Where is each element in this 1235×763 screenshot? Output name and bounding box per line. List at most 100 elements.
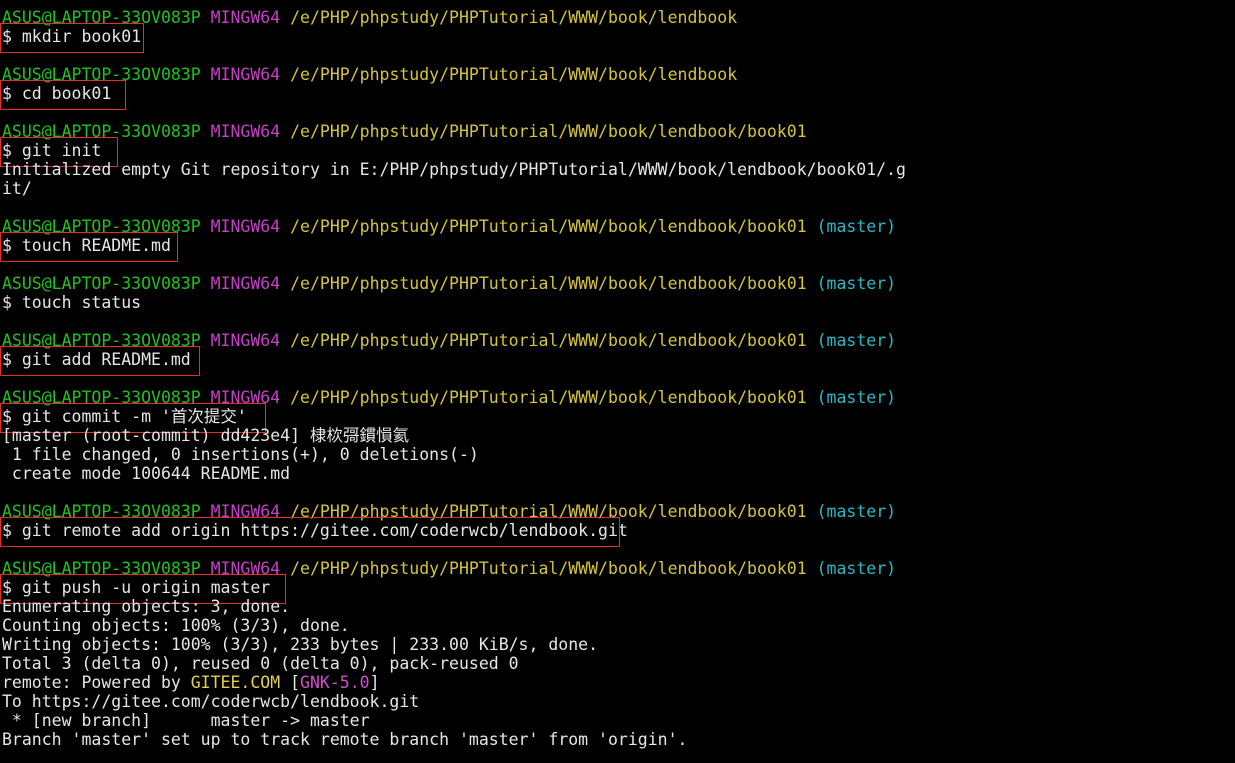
output-line: remote: Powered by GITEE.COM [GNK-5.0] <box>2 673 1232 692</box>
prompt-user-host: ASUS@LAPTOP-33OV083P <box>2 331 201 350</box>
command-line: $ mkdir book01 <box>0 23 1232 53</box>
prompt-user-host: ASUS@LAPTOP-33OV083P <box>2 217 201 236</box>
command-line: $ git push -u origin master <box>0 574 1232 604</box>
prompt-branch: (master) <box>806 559 897 578</box>
command-line: $ cd book01 <box>0 80 1232 110</box>
line-text: Counting objects: 100% (3/3), done. <box>2 616 350 635</box>
line-text: $ git remote add origin https://gitee.co… <box>2 521 628 540</box>
line-text <box>201 274 211 293</box>
output-line: 1 file changed, 0 insertions(+), 0 delet… <box>2 445 1232 464</box>
prompt-line: ASUS@LAPTOP-33OV083P MINGW64 /e/PHP/phps… <box>2 122 1232 141</box>
line-text-highlight: GNK-5.0 <box>300 673 370 692</box>
line-text: 1 file changed, 0 insertions(+), 0 delet… <box>2 445 479 464</box>
prompt-line: ASUS@LAPTOP-33OV083P MINGW64 /e/PHP/phps… <box>2 331 1232 350</box>
line-text: $ git push -u origin master <box>2 578 271 597</box>
prompt-user-host: ASUS@LAPTOP-33OV083P <box>2 8 201 27</box>
prompt-shell-name: MINGW64 <box>210 331 281 350</box>
output-line: Enumerating objects: 3, done. <box>2 597 1232 616</box>
command-line: $ touch status <box>2 293 1232 312</box>
line-text <box>201 559 211 578</box>
line-text: it/ <box>2 179 32 198</box>
command-line: $ git commit -m '首次提交' <box>0 403 1232 433</box>
prompt-shell-name: MINGW64 <box>210 274 281 293</box>
prompt-path: /e/PHP/phpstudy/PHPTutorial/WWW/book/len… <box>280 8 738 27</box>
command-line: $ touch README.md <box>0 232 1232 262</box>
prompt-shell-name: MINGW64 <box>210 217 281 236</box>
prompt-path: /e/PHP/phpstudy/PHPTutorial/WWW/book/len… <box>280 388 807 407</box>
prompt-path: /e/PHP/phpstudy/PHPTutorial/WWW/book/len… <box>280 65 738 84</box>
output-line: Initialized empty Git repository in E:/P… <box>2 160 1232 179</box>
line-text: Branch 'master' set up to track remote b… <box>2 730 688 749</box>
command-line: $ git add README.md <box>0 346 1232 376</box>
line-text <box>201 388 211 407</box>
prompt-shell-name: MINGW64 <box>210 122 281 141</box>
terminal-output[interactable]: ASUS@LAPTOP-33OV083P MINGW64 /e/PHP/phps… <box>0 8 1232 749</box>
prompt-user-host: ASUS@LAPTOP-33OV083P <box>2 502 201 521</box>
prompt-user-host: ASUS@LAPTOP-33OV083P <box>2 388 201 407</box>
prompt-path: /e/PHP/phpstudy/PHPTutorial/WWW/book/len… <box>280 274 807 293</box>
prompt-branch: (master) <box>806 502 897 521</box>
prompt-shell-name: MINGW64 <box>210 388 281 407</box>
prompt-user-host: ASUS@LAPTOP-33OV083P <box>2 122 201 141</box>
line-text: $ git commit -m '首次提交' <box>2 407 247 426</box>
line-text: ] <box>369 673 380 692</box>
output-line: [master (root-commit) dd423e4] 棣栨彁鏆愪氦 <box>2 426 1232 445</box>
prompt-shell-name: MINGW64 <box>210 559 281 578</box>
prompt-path: /e/PHP/phpstudy/PHPTutorial/WWW/book/len… <box>280 217 807 236</box>
line-text: Enumerating objects: 3, done. <box>2 597 291 616</box>
output-line: Writing objects: 100% (3/3), 233 bytes |… <box>2 635 1232 654</box>
prompt-branch: (master) <box>806 388 897 407</box>
prompt-path: /e/PHP/phpstudy/PHPTutorial/WWW/book/len… <box>280 559 807 578</box>
prompt-branch: (master) <box>806 274 897 293</box>
line-text: $ touch status <box>2 293 142 312</box>
output-line: it/ <box>2 179 1232 198</box>
line-text <box>201 502 211 521</box>
prompt-path: /e/PHP/phpstudy/PHPTutorial/WWW/book/len… <box>280 502 807 521</box>
line-text <box>201 65 211 84</box>
line-text: * [new branch] master -> master <box>2 711 370 730</box>
prompt-line: ASUS@LAPTOP-33OV083P MINGW64 /e/PHP/phps… <box>2 502 1232 521</box>
prompt-user-host: ASUS@LAPTOP-33OV083P <box>2 559 201 578</box>
line-text: $ cd book01 <box>2 84 112 103</box>
line-text: $ touch README.md <box>2 236 171 255</box>
output-line: Counting objects: 100% (3/3), done. <box>2 616 1232 635</box>
command-line: $ git remote add origin https://gitee.co… <box>0 517 1232 547</box>
output-line: Branch 'master' set up to track remote b… <box>2 730 1232 749</box>
line-text: [ <box>280 673 301 692</box>
prompt-branch: (master) <box>806 217 897 236</box>
line-text <box>201 8 211 27</box>
line-text: Total 3 (delta 0), reused 0 (delta 0), p… <box>2 654 519 673</box>
output-line: * [new branch] master -> master <box>2 711 1232 730</box>
line-text <box>201 331 211 350</box>
prompt-path: /e/PHP/phpstudy/PHPTutorial/WWW/book/len… <box>280 331 807 350</box>
output-line: To https://gitee.com/coderwcb/lendbook.g… <box>2 692 1232 711</box>
prompt-branch: (master) <box>806 331 897 350</box>
line-text <box>201 217 211 236</box>
prompt-shell-name: MINGW64 <box>210 502 281 521</box>
prompt-line: ASUS@LAPTOP-33OV083P MINGW64 /e/PHP/phps… <box>2 65 1232 84</box>
prompt-line: ASUS@LAPTOP-33OV083P MINGW64 /e/PHP/phps… <box>2 8 1232 27</box>
line-text: $ git init <box>2 141 102 160</box>
prompt-line: ASUS@LAPTOP-33OV083P MINGW64 /e/PHP/phps… <box>2 559 1232 578</box>
line-text: create mode 100644 README.md <box>2 464 291 483</box>
prompt-line: ASUS@LAPTOP-33OV083P MINGW64 /e/PHP/phps… <box>2 388 1232 407</box>
line-text: $ git add README.md <box>2 350 191 369</box>
line-text: $ mkdir book01 <box>2 27 142 46</box>
line-text-highlight: GITEE.COM <box>190 673 281 692</box>
prompt-user-host: ASUS@LAPTOP-33OV083P <box>2 65 201 84</box>
output-line: Total 3 (delta 0), reused 0 (delta 0), p… <box>2 654 1232 673</box>
line-text: [master (root-commit) dd423e4] 棣栨彁鏆愪氦 <box>2 426 409 445</box>
command-line: $ git init <box>0 137 1232 167</box>
line-text: To https://gitee.com/coderwcb/lendbook.g… <box>2 692 420 711</box>
prompt-shell-name: MINGW64 <box>210 65 281 84</box>
line-text: remote: Powered by <box>2 673 191 692</box>
prompt-line: ASUS@LAPTOP-33OV083P MINGW64 /e/PHP/phps… <box>2 274 1232 293</box>
